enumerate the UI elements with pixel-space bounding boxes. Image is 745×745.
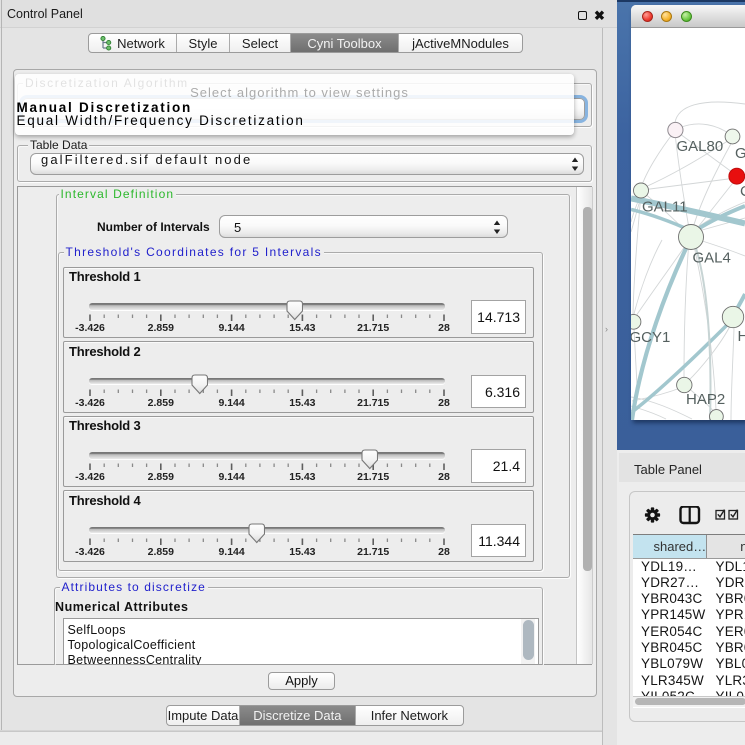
- svg-text:H: H: [738, 328, 745, 345]
- svg-text:GAL11: GAL11: [642, 199, 688, 216]
- svg-text:GCY1: GCY1: [631, 329, 670, 346]
- svg-text:C: C: [740, 183, 745, 200]
- svg-text:GA: GA: [735, 145, 745, 162]
- svg-text:GAL4: GAL4: [693, 250, 731, 267]
- svg-text:HAP2: HAP2: [686, 391, 725, 408]
- svg-text:GAL80: GAL80: [677, 138, 724, 155]
